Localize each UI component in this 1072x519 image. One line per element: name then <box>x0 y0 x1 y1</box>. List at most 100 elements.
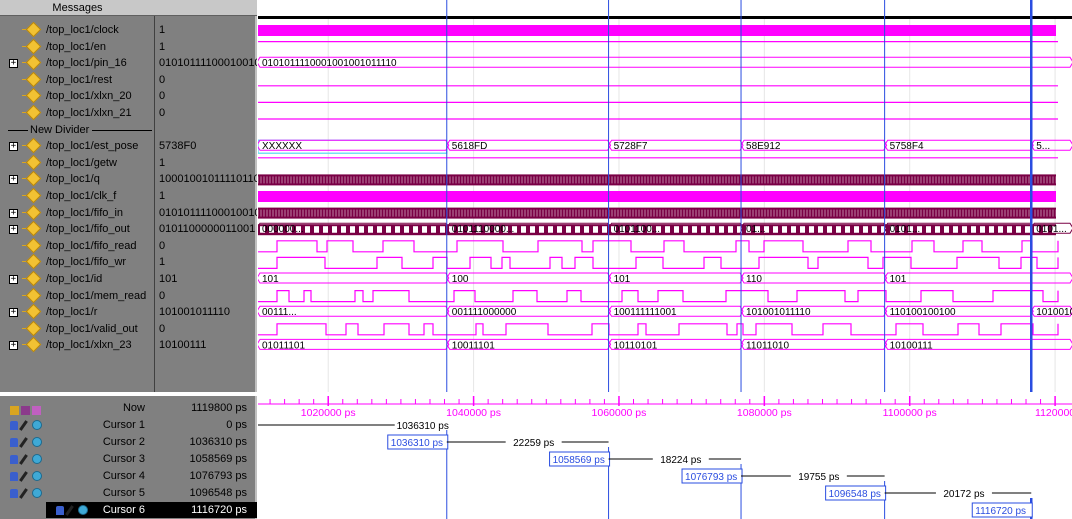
signal-diamond-icon <box>25 71 42 88</box>
cursor-label[interactable]: Cursor 3 <box>103 451 145 467</box>
signal-diamond-icon <box>25 204 42 220</box>
waveform-canvas[interactable]: 0101011110001001001011110 XXXXXX 5618FD 572… <box>258 0 1072 392</box>
cursor-value-row: 1076793 ps <box>155 468 257 484</box>
cursor-timeline-pane[interactable]: 1020000 ps 1040000 ps 1060000 ps 1080000 ps… <box>258 396 1072 519</box>
signal-row-new-divider[interactable]: New Divider <box>0 122 155 138</box>
dense-bus-gap <box>800 226 805 234</box>
pen-icon[interactable] <box>65 505 74 516</box>
signal-row-q[interactable]: + /top_loc1/q <box>0 171 155 187</box>
cursor-row[interactable]: Cursor 3 <box>0 451 155 467</box>
cursor-value-row: 0 ps <box>155 417 257 433</box>
ring-icon[interactable] <box>32 488 42 498</box>
signal-row-getw[interactable]: /top_loc1/getw <box>0 154 155 171</box>
ring-icon[interactable] <box>32 471 42 481</box>
signal-diamond-icon <box>25 171 42 187</box>
signal-value-q: 10001001011110110 <box>155 171 257 187</box>
expand-icon[interactable]: + <box>9 225 18 235</box>
signal-row-clock[interactable]: /top_loc1/clock <box>0 22 155 38</box>
cursor-icons <box>10 471 46 482</box>
cursor-label[interactable]: Cursor 4 <box>103 468 145 484</box>
cursor-label[interactable]: Cursor 5 <box>103 485 145 501</box>
lock-cursors-icon[interactable] <box>21 406 30 415</box>
signal-row-xlxn-21[interactable]: /top_loc1/xlxn_21 <box>0 105 155 121</box>
expand-icon[interactable]: + <box>9 175 18 185</box>
cursor-label[interactable]: Cursor 2 <box>103 434 145 450</box>
signal-value: 0101011110001001011110 <box>159 206 257 219</box>
pen-icon[interactable] <box>19 471 28 482</box>
lock-icon[interactable] <box>10 472 18 481</box>
cursor-label[interactable]: Cursor 1 <box>103 417 145 433</box>
expand-icon[interactable]: + <box>9 308 18 318</box>
signal-row-fifo-out[interactable]: + /top_loc1/fifo_out <box>0 221 155 237</box>
signal-diamond-icon <box>25 188 42 204</box>
pen-icon[interactable] <box>19 420 28 431</box>
add-cursor-icon[interactable] <box>10 406 19 415</box>
cursor-flag-label: 1096548 ps <box>829 489 881 500</box>
cursor-delta-label: 18224 ps <box>660 455 701 466</box>
bus-value-label: 101 <box>890 274 907 285</box>
signal-row-clk-f[interactable]: /top_loc1/clk_f <box>0 188 155 204</box>
cursor-value: 1058569 ps <box>189 453 248 465</box>
cursor-delta-label: 22259 ps <box>513 438 554 449</box>
signal-row-fifo-wr[interactable]: /top_loc1/fifo_wr <box>0 254 155 270</box>
signal-name: /top_loc1/fifo_wr <box>46 256 127 269</box>
signal-row-fifo-in[interactable]: + /top_loc1/fifo_in <box>0 204 155 221</box>
lock-icon[interactable] <box>56 506 64 515</box>
cursor-value: 1096548 ps <box>189 487 248 499</box>
dense-bus-gap <box>710 226 715 234</box>
ring-icon[interactable] <box>32 437 42 447</box>
dense-bus-gap <box>350 226 355 234</box>
signal-row-pin-16[interactable]: + /top_loc1/pin_16 <box>0 55 155 71</box>
expand-icon[interactable]: + <box>9 208 18 218</box>
signal-value-mem-read: 0 <box>155 288 257 304</box>
ruler-tick-label: 1060000 ps <box>592 407 647 419</box>
pen-icon[interactable] <box>19 488 28 499</box>
dense-bus-gap <box>341 226 346 234</box>
zoom-cursor-icon[interactable] <box>32 406 41 415</box>
expand-icon[interactable]: + <box>9 275 18 284</box>
bus-value-label: 001111000000 <box>452 307 517 318</box>
ring-icon[interactable] <box>32 420 42 430</box>
dense-bus-gap <box>1007 226 1012 234</box>
signal-row-en[interactable]: /top_loc1/en <box>0 38 155 55</box>
lock-icon[interactable] <box>10 489 18 498</box>
signal-row-valid-out[interactable]: /top_loc1/valid_out <box>0 320 155 337</box>
dense-bus-gap <box>1025 226 1030 234</box>
expand-icon[interactable]: + <box>9 142 18 152</box>
dense-bus-gap <box>872 226 877 234</box>
signal-value-clk-f: 1 <box>155 188 257 204</box>
signal-row-rest[interactable]: /top_loc1/rest <box>0 71 155 88</box>
cursor-row[interactable]: Cursor 4 <box>0 468 155 484</box>
signal-row-est-pose[interactable]: + /top_loc1/est_pose <box>0 138 155 154</box>
cursor-timeline-canvas[interactable]: 1020000 ps 1040000 ps 1060000 ps 1080000 ps… <box>258 396 1072 519</box>
cursor-flag-label: 1076793 ps <box>685 472 737 483</box>
signal-row-xlxn-23[interactable]: + /top_loc1/xlxn_23 <box>0 337 155 353</box>
signal-row-mem-read[interactable]: /top_loc1/mem_read <box>0 287 155 304</box>
cursor-row[interactable]: Cursor 1 <box>0 417 155 433</box>
pen-icon[interactable] <box>19 454 28 465</box>
cursor-label[interactable]: Cursor 6 <box>103 502 145 518</box>
lock-icon[interactable] <box>10 421 18 430</box>
ring-icon[interactable] <box>78 505 88 515</box>
divider-line <box>92 129 152 131</box>
dense-bus-gap <box>386 226 391 234</box>
lock-icon[interactable] <box>10 455 18 464</box>
cursor-row[interactable]: Cursor 6 <box>46 502 155 518</box>
signal-row-id[interactable]: + /top_loc1/id <box>0 271 155 287</box>
dense-bus-gap <box>728 226 733 234</box>
signal-row-r[interactable]: + /top_loc1/r <box>0 304 155 320</box>
pen-icon[interactable] <box>19 437 28 448</box>
ruler-tick-label: 1100000 ps <box>883 407 937 419</box>
waveform-pane[interactable]: 0101011110001001001011110 XXXXXX 5618FD 572… <box>258 0 1072 392</box>
dense-bus-gap <box>719 226 724 234</box>
cursor-row[interactable]: Cursor 5 <box>0 485 155 501</box>
cursor-row[interactable]: Cursor 2 <box>0 434 155 450</box>
signal-diamond-icon <box>25 154 42 171</box>
cursor-icons <box>10 454 46 465</box>
ring-icon[interactable] <box>32 454 42 464</box>
expand-icon[interactable]: + <box>9 341 18 351</box>
expand-icon[interactable]: + <box>9 59 18 69</box>
signal-row-xlxn-20[interactable]: /top_loc1/xlxn_20 <box>0 88 155 104</box>
signal-row-fifo-read[interactable]: /top_loc1/fifo_read <box>0 237 155 254</box>
lock-icon[interactable] <box>10 438 18 447</box>
